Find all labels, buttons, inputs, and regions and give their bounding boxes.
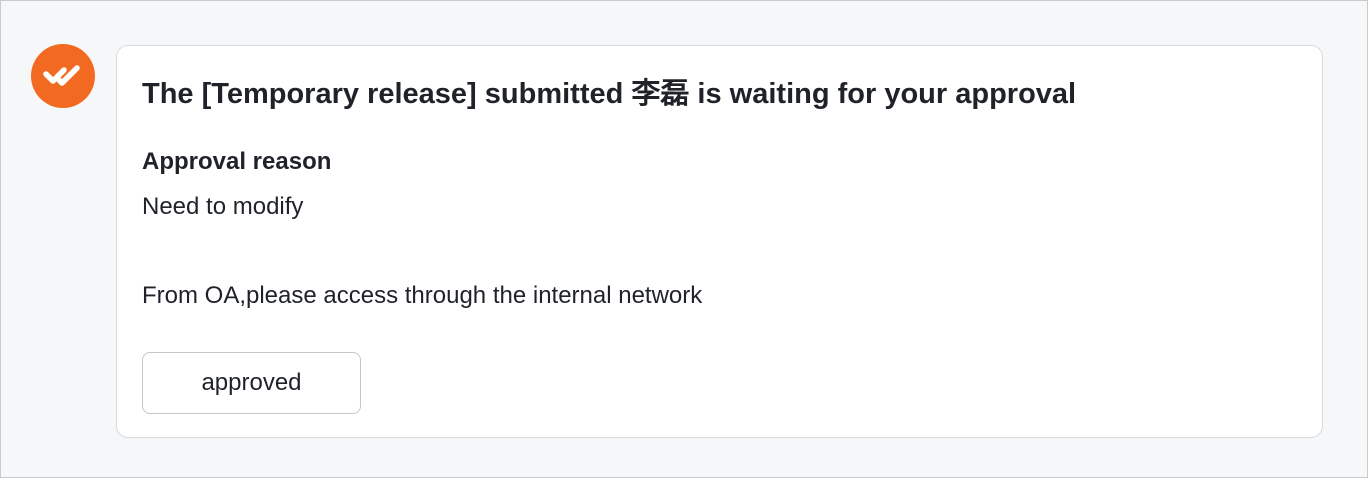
message-container: The [Temporary release] submitted 李磊 is … — [0, 0, 1368, 478]
approval-reason-value: Need to modify — [142, 193, 304, 220]
app-avatar[interactable] — [31, 44, 95, 108]
app-check-logo-icon — [43, 63, 83, 89]
approved-button[interactable]: approved — [142, 352, 361, 414]
approval-reason-label: Approval reason — [142, 148, 332, 175]
source-note: From OA,please access through the intern… — [142, 282, 703, 309]
card-title: The [Temporary release] submitted 李磊 is … — [142, 78, 1077, 110]
approval-card: The [Temporary release] submitted 李磊 is … — [116, 45, 1323, 438]
